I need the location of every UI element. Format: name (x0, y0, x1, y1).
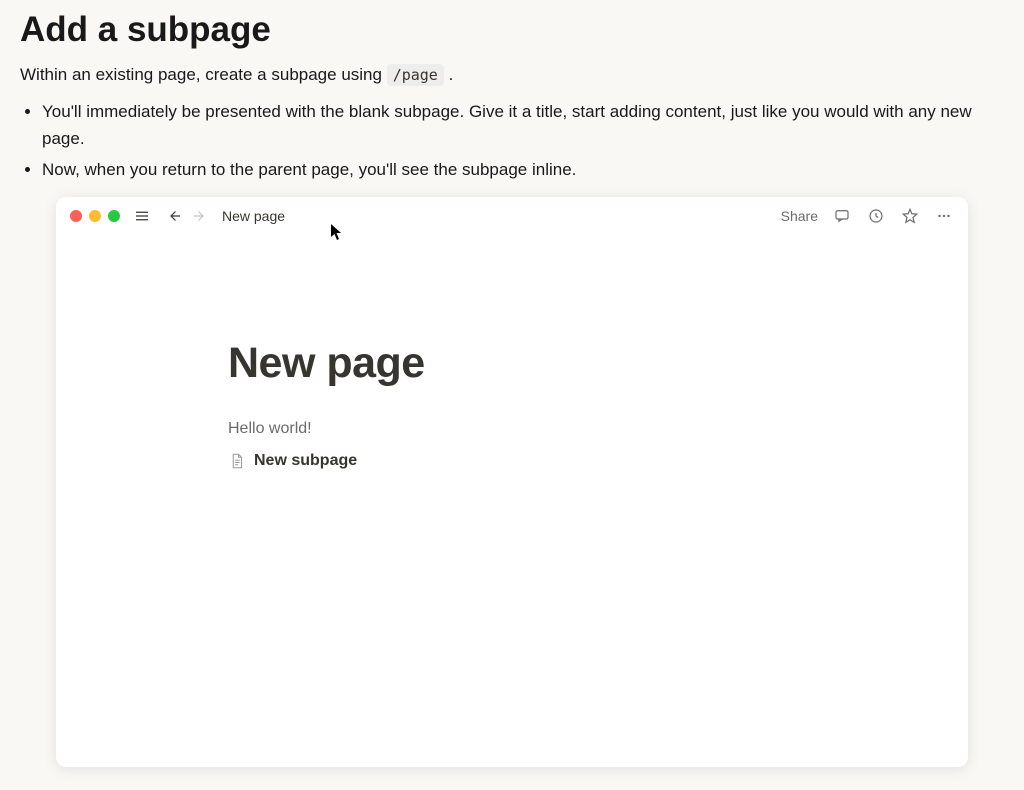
clock-icon[interactable] (866, 206, 886, 226)
minimize-window-button[interactable] (89, 210, 101, 222)
intro-text-prefix: Within an existing page, create a subpag… (20, 65, 387, 84)
page-icon (228, 452, 246, 470)
star-icon[interactable] (900, 206, 920, 226)
topbar-actions: Share (781, 206, 954, 226)
comments-icon[interactable] (832, 206, 852, 226)
intro-text-suffix: . (449, 65, 454, 84)
more-menu-icon[interactable] (934, 206, 954, 226)
instruction-list: You'll immediately be presented with the… (42, 98, 1004, 184)
instruction-item: Now, when you return to the parent page,… (42, 156, 1004, 183)
intro-paragraph: Within an existing page, create a subpag… (20, 62, 1004, 88)
back-arrow-icon[interactable] (164, 206, 184, 226)
page-content: New page Hello world! New subpage (56, 235, 968, 470)
subpage-title: New subpage (254, 452, 357, 470)
subpage-link[interactable]: New subpage (228, 452, 968, 470)
share-button[interactable]: Share (781, 208, 818, 224)
forward-arrow-icon[interactable] (190, 206, 210, 226)
mouse-cursor-icon (330, 223, 344, 241)
close-window-button[interactable] (70, 210, 82, 222)
inline-code-page: /page (387, 64, 444, 86)
maximize-window-button[interactable] (108, 210, 120, 222)
section-heading: Add a subpage (20, 10, 1004, 50)
window-topbar: New page Share (56, 197, 968, 235)
page-title[interactable]: New page (228, 339, 968, 388)
hamburger-menu-icon[interactable] (132, 206, 152, 226)
page-text-block[interactable]: Hello world! (228, 420, 968, 438)
instruction-item: You'll immediately be presented with the… (42, 98, 1004, 152)
window-controls (70, 210, 120, 222)
breadcrumb[interactable]: New page (222, 208, 285, 224)
nav-arrows (164, 206, 210, 226)
app-window: New page Share New (56, 197, 968, 767)
